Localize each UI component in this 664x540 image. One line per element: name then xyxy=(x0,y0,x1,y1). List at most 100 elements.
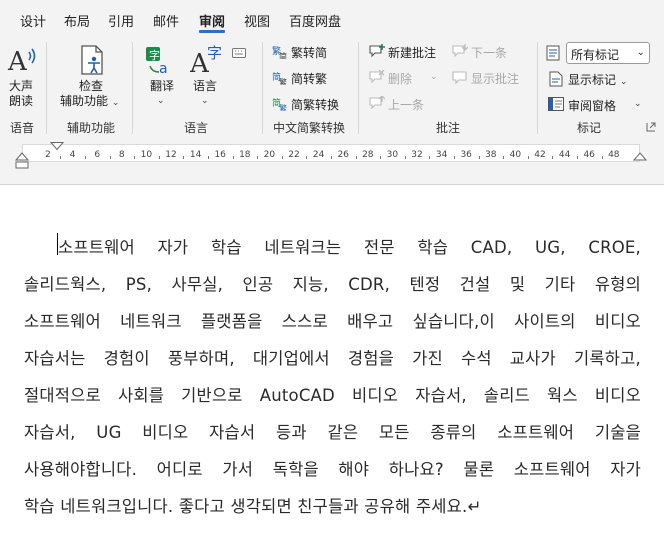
ruler-tick xyxy=(84,156,86,159)
ruler-number: 46 xyxy=(583,150,595,160)
text-cursor xyxy=(57,233,58,255)
svg-text:繁: 繁 xyxy=(279,77,287,85)
translate-icon: 字 a xyxy=(146,47,168,76)
svg-text:简: 简 xyxy=(279,51,287,59)
svg-text:繁: 繁 xyxy=(279,103,287,111)
group-label-tracking: 标记 xyxy=(577,121,602,135)
ruler-number: 4 xyxy=(69,150,76,160)
next-comment-icon xyxy=(452,44,468,58)
ruler-tick xyxy=(527,156,529,159)
active-tab-indicator xyxy=(199,30,225,33)
paragraph-line: 자습서는 경험이 풍부하며, 대기업에서 경험을 가진 수석 교사가 기록하고, xyxy=(24,349,641,368)
group-label-accessibility: 辅助功能 xyxy=(67,121,116,135)
ruler-tick xyxy=(257,156,259,159)
group-separator xyxy=(358,42,359,134)
next-comment-label: 下一条 xyxy=(471,46,508,60)
read-aloud-icon: A xyxy=(7,47,36,76)
markup-select-value: 所有标记 xyxy=(571,48,620,62)
tab-baidu-netdisk[interactable]: 百度网盘 xyxy=(289,11,341,30)
horizontal-ruler[interactable]: 2 4 6 8 10 12 14 16 18 20 22 24 26 28 30 32 34 36 38 40 42 44… xyxy=(0,142,664,185)
simplified-to-traditional-label: 简转繁 xyxy=(291,72,328,86)
dialog-launcher-icon[interactable] xyxy=(646,122,656,132)
keyboard-icon xyxy=(232,48,246,58)
ribbon-tab-bar: 设计 布局 引用 邮件 审阅 视图 百度网盘 xyxy=(0,0,664,34)
chinese-conversion-label: 简繁转换 xyxy=(291,98,340,112)
ruler-tick xyxy=(552,156,554,159)
ruler-tick xyxy=(429,156,431,159)
show-markup-icon xyxy=(549,71,563,87)
show-comments-label: 显示批注 xyxy=(471,72,520,86)
traditional-to-simplified-label: 繁转简 xyxy=(291,46,328,60)
traditional-to-simplified-icon: 繁 简 xyxy=(272,45,287,59)
tab-review[interactable]: 审阅 xyxy=(199,11,225,30)
ruler-tick xyxy=(207,156,209,159)
show-markup-label: 显示标记 ⌄ xyxy=(568,73,628,87)
chevron-down-icon: ⌄ xyxy=(430,72,438,82)
svg-text:A: A xyxy=(7,47,28,76)
language-label: 语言 xyxy=(193,79,218,93)
ruler-number: 34 xyxy=(435,150,448,160)
ruler-tick xyxy=(330,156,332,159)
ruler-number: 36 xyxy=(460,150,472,160)
ruler-tick xyxy=(109,156,111,159)
ruler-tick xyxy=(306,156,308,159)
review-pane-icon xyxy=(548,97,564,111)
ruler-number: 44 xyxy=(558,150,571,160)
group-label-comments: 批注 xyxy=(436,121,461,135)
chevron-down-icon: ⌄ xyxy=(619,77,628,87)
ruler-number: 28 xyxy=(362,150,374,160)
left-indent-marker[interactable] xyxy=(15,152,29,170)
ruler-tick xyxy=(60,156,62,159)
right-indent-marker[interactable] xyxy=(633,152,647,162)
ruler-tick xyxy=(453,156,455,159)
tab-mailings[interactable]: 邮件 xyxy=(153,11,179,30)
tab-view[interactable]: 视图 xyxy=(244,11,270,30)
svg-text:a: a xyxy=(159,61,168,76)
chevron-down-icon: ⌄ xyxy=(111,98,120,108)
ruler-tick xyxy=(478,156,480,159)
chevron-down-icon: ⌄ xyxy=(157,96,165,106)
ruler-tick xyxy=(281,156,283,159)
ruler-tick xyxy=(601,156,603,159)
chevron-down-icon: ⌄ xyxy=(201,96,209,106)
markup-display-icon xyxy=(546,45,560,61)
tab-design[interactable]: 设计 xyxy=(20,11,46,30)
accessibility-check-icon xyxy=(81,45,103,75)
group-label-speech: 语音 xyxy=(10,121,35,135)
review-ribbon: A 大声 朗读 语音 检查 辅助功能 ⌄ 辅助功能 字 a 翻译 ⌄ A 字 语… xyxy=(0,34,664,143)
first-line-indent-marker[interactable] xyxy=(50,142,64,152)
paragraph-line: 자습서, UG 비디오 자습서 등과 같은 모든 종류의 소프트웨어 기술을 xyxy=(24,423,641,442)
ruler-number: 24 xyxy=(312,150,325,160)
ruler-number: 8 xyxy=(118,150,125,160)
ruler-number: 18 xyxy=(239,150,251,160)
paragraph-line: 솔리드웍스, PS, 사무실, 인공 지능, CDR, 텐정 건설 및 기타 유… xyxy=(24,275,641,294)
delete-comment-label: 删除 xyxy=(388,72,413,86)
paragraph-line: 소프트웨어 네트워크 플랫폼을 스스로 배우고 싶습니다,이 사이트의 비디오 xyxy=(24,312,641,331)
ruler-number: 30 xyxy=(386,150,399,160)
paragraph-line: 절대적으로 사회를 기반으로 AutoCAD 비디오 자습서, 솔리드 웍스 비… xyxy=(24,386,641,405)
ruler-tick xyxy=(355,156,357,159)
accessibility-label-1: 检查 xyxy=(79,79,104,93)
tab-references[interactable]: 引用 xyxy=(108,11,134,30)
new-comment-icon xyxy=(369,44,385,58)
review-pane-label: 审阅窗格 xyxy=(568,99,617,113)
ruler-number: 26 xyxy=(337,150,349,160)
delete-comment-icon xyxy=(369,70,385,84)
ruler-tick xyxy=(183,156,185,159)
paragraph-line: 학습 네트워크입니다. 좋다고 생각되면 친구들과 공유해 주세요.↵ xyxy=(24,497,482,516)
ruler-strip: 2 4 6 8 10 12 14 16 18 20 22 24 26 28 30 32 34 36 38 40 42 44… xyxy=(22,144,640,162)
ruler-number: 42 xyxy=(534,150,546,160)
ruler-tick xyxy=(134,156,136,159)
svg-text:字: 字 xyxy=(207,44,222,62)
paragraph-line: 소프트웨어 자가 학습 네트워크는 전문 학습 CAD, UG, CROE, xyxy=(58,238,641,257)
markup-select-dropdown[interactable]: 所有标记 ⌄ xyxy=(566,42,650,64)
ruler-tick xyxy=(503,156,505,159)
read-aloud-label-1: 大声 xyxy=(9,79,34,93)
ruler-number: 32 xyxy=(411,150,423,160)
chevron-down-icon: ⌄ xyxy=(634,99,642,109)
tab-layout[interactable]: 布局 xyxy=(64,11,90,30)
group-separator xyxy=(537,42,538,134)
ruler-number: 16 xyxy=(214,150,226,160)
read-aloud-label-2: 朗读 xyxy=(9,94,34,108)
ruler-number: 6 xyxy=(94,150,101,160)
